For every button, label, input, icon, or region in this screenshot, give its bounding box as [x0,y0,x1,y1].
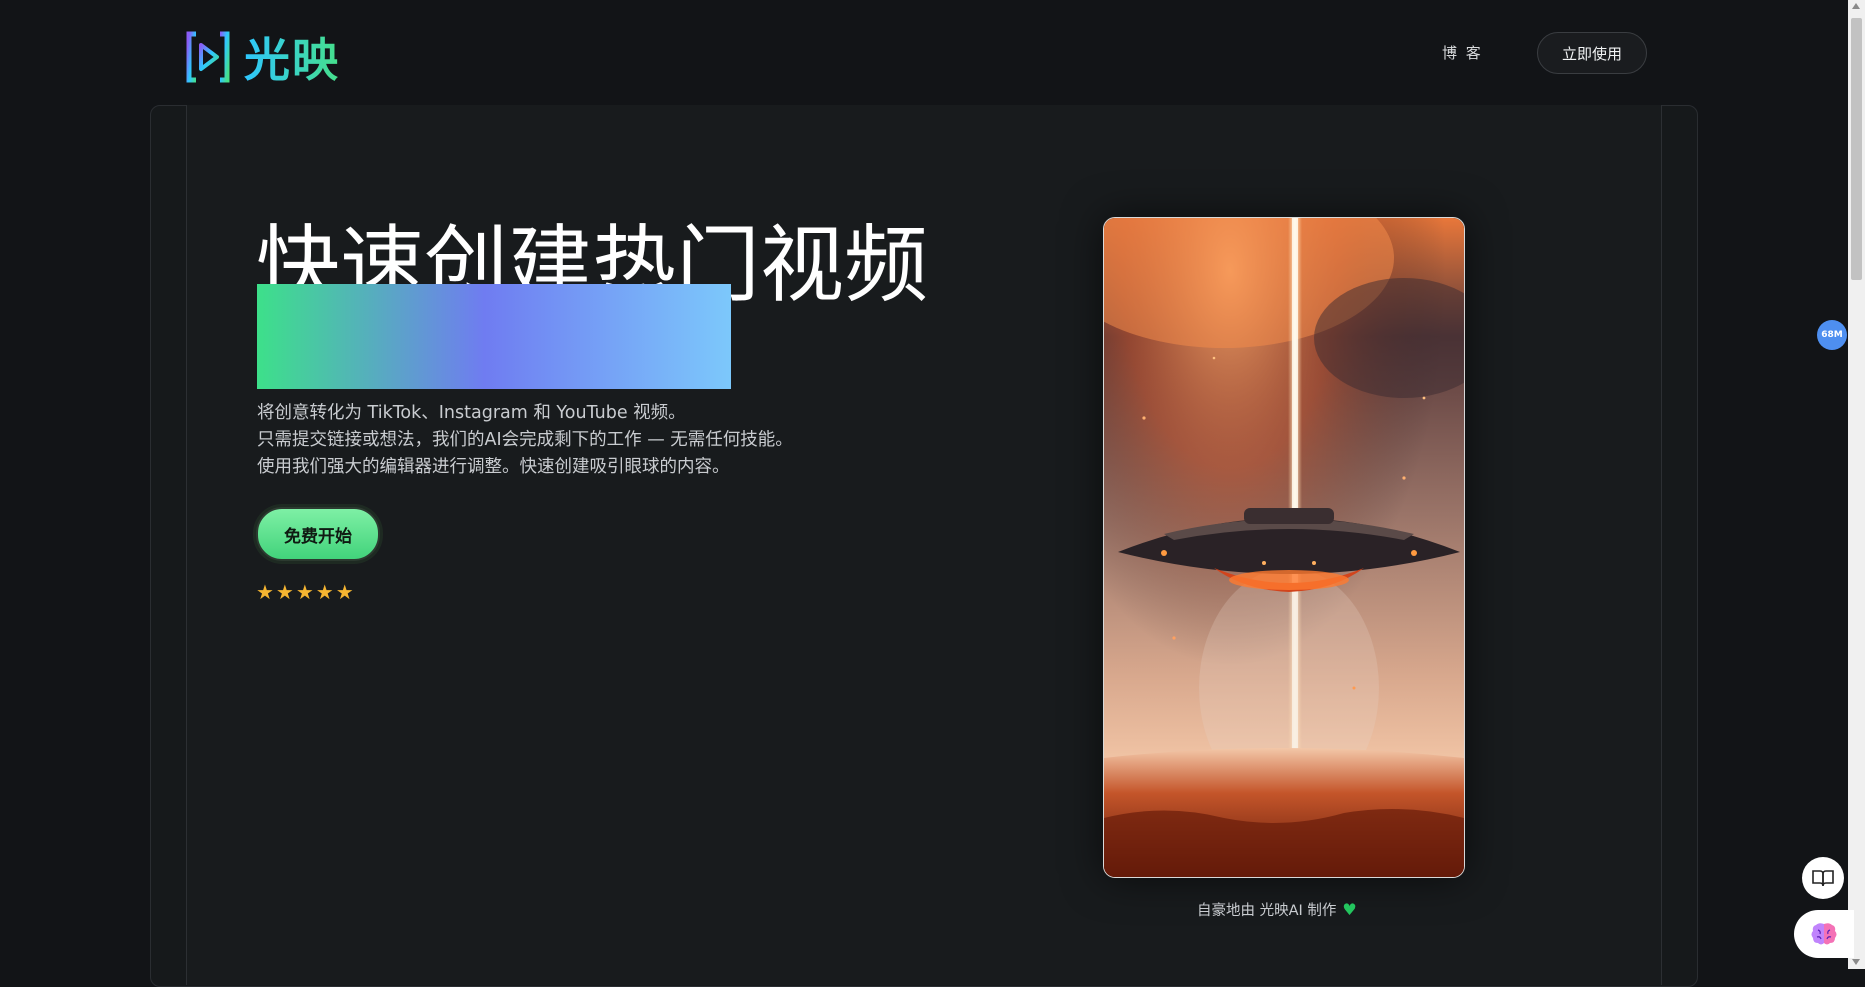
brand-name: 光映 [244,24,340,90]
caption-text: 自豪地由 光映AI 制作 [1197,903,1337,919]
showcase-caption: 自豪地由 光映AI 制作 ♥ [1197,899,1357,920]
description-line: 只需提交链接或想法，我们的AI会完成剩下的工作 — 无需任何技能。 [257,430,793,450]
description-line: 使用我们强大的编辑器进行调整。快速创建吸引眼球的内容。 [257,457,730,477]
brand-logo[interactable]: 光映 [186,24,340,90]
book-open-icon [1812,870,1834,887]
showcase-video[interactable] [1103,217,1465,878]
gradient-highlight-block [257,284,731,389]
nav-link-blog[interactable]: 博 客 [1442,42,1483,63]
description-line: 将创意转化为 TikTok、Instagram 和 YouTube 视频。 [257,403,686,423]
rating-stars: ★★★★★ [256,580,356,604]
ufo-video-frame [1104,218,1464,877]
start-free-button[interactable]: 免费开始 [256,507,380,561]
heart-icon: ♥ [1342,900,1357,919]
reader-mode-button[interactable] [1802,857,1844,899]
use-now-button[interactable]: 立即使用 [1537,32,1647,74]
hero-description: 将创意转化为 TikTok、Instagram 和 YouTube 视频。 只需… [257,400,793,481]
scroll-up-arrow-icon[interactable] [1852,3,1860,9]
scrollbar-thumb[interactable] [1851,18,1862,280]
scroll-down-arrow-icon[interactable] [1852,959,1860,965]
ai-assistant-button[interactable] [1794,910,1854,958]
memory-usage-badge[interactable]: 68M [1817,320,1847,350]
brain-icon [1811,923,1837,945]
top-navigation-bar: 光映 博 客 立即使用 [0,0,1848,105]
play-bracket-logo-icon [186,31,230,83]
